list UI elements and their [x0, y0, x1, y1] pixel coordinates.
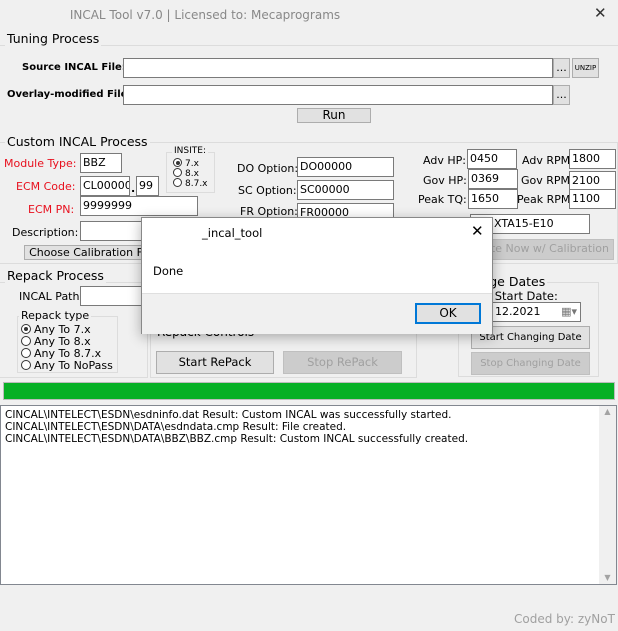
calendar-icon[interactable]: ▦▾: [561, 305, 577, 318]
dialog-message: Done: [153, 264, 184, 278]
window-title: INCAL Tool v7.0 | Licensed to: Mecaprogr…: [69, 8, 341, 22]
dialog-close-button[interactable]: ✕: [471, 222, 484, 240]
tuning-group-label: Tuning Process: [5, 31, 102, 46]
log-line: CINCAL\INTELECT\ESDN\DATA\esdndata.cmp R…: [5, 421, 347, 433]
do-option-label: DO Option:: [237, 162, 299, 175]
adv-rpm-label: Adv RPM:: [522, 154, 574, 167]
choose-calibration-button[interactable]: Choose Calibration F: [24, 245, 148, 260]
source-browse-button[interactable]: ...: [553, 58, 570, 78]
log-line: CINCAL\INTELECT\ESDN\DATA\BBZ\BBZ.cmp Re…: [5, 433, 469, 445]
adv-rpm-input[interactable]: 1800: [569, 149, 616, 169]
repack-option-label: Any To NoPass: [34, 359, 113, 372]
progress-bar: [3, 382, 615, 400]
ok-button[interactable]: OK: [415, 303, 481, 324]
run-button[interactable]: Run: [297, 108, 371, 123]
sc-option-input[interactable]: SC00000: [297, 180, 394, 200]
footer-credit: Coded by: zyNoT: [514, 612, 615, 626]
source-file-input[interactable]: [123, 58, 553, 78]
ecm-code-separator: .: [131, 182, 136, 195]
log-scrollbar[interactable]: ▲ ▼: [599, 406, 616, 584]
custom-group-label: Custom INCAL Process: [5, 134, 150, 149]
module-type-label: Module Type:: [4, 157, 77, 170]
do-option-input[interactable]: DO00000: [297, 157, 394, 177]
source-file-label: Source INCAL File:: [22, 62, 126, 73]
adv-hp-label: Adv HP:: [423, 154, 466, 167]
overlay-browse-button[interactable]: ...: [553, 85, 570, 105]
repack-type-label: Repack type: [19, 309, 92, 322]
gov-rpm-input[interactable]: 2100: [569, 171, 616, 191]
log-textarea[interactable]: CINCAL\INTELECT\ESDN\esdninfo.dat Result…: [0, 405, 617, 585]
insite-option-label: 8.7.x: [185, 179, 208, 189]
incal-path-label: INCAL Path:: [19, 290, 84, 303]
module-type-input[interactable]: BBZ: [80, 153, 122, 173]
ecm-code-input[interactable]: CL00000: [80, 176, 130, 196]
date-value: 12.2021: [495, 305, 541, 318]
stop-changing-date-button[interactable]: Stop Changing Date: [471, 352, 590, 375]
peak-rpm-input[interactable]: 1100: [569, 189, 616, 209]
description-label: Description:: [12, 226, 79, 239]
overlay-file-label: Overlay-modified File:: [7, 89, 132, 100]
repack-group-label: Repack Process: [5, 268, 106, 283]
ecm-pn-input[interactable]: 9999999: [80, 196, 198, 216]
dialog-title: _incal_tool: [202, 226, 263, 240]
insite-radio-87x[interactable]: 8.7.x: [173, 178, 208, 189]
ecm-code-suffix-input[interactable]: 99: [136, 176, 159, 196]
progress-fill: [4, 383, 614, 399]
close-window-button[interactable]: ✕: [594, 4, 607, 22]
stop-repack-button[interactable]: Stop RePack: [283, 351, 402, 374]
gov-rpm-label: Gov RPM:: [521, 174, 574, 187]
dialog-footer: OK: [142, 293, 492, 334]
sc-option-label: SC Option:: [238, 184, 297, 197]
ecm-code-label: ECM Code:: [16, 180, 76, 193]
peak-tq-label: Peak TQ:: [418, 193, 467, 206]
adv-hp-input[interactable]: 0450: [467, 149, 517, 169]
message-dialog: _incal_tool ✕ Done OK: [141, 217, 493, 334]
scroll-up-icon[interactable]: ▲: [599, 406, 616, 418]
peak-rpm-label: Peak RPM:: [517, 193, 575, 206]
ecm-pn-label: ECM PN:: [28, 203, 75, 216]
incal-path-input[interactable]: [80, 286, 150, 306]
insite-label: INSITE:: [172, 146, 208, 156]
gov-hp-input[interactable]: 0369: [468, 169, 518, 189]
start-repack-button[interactable]: Start RePack: [156, 351, 274, 374]
log-line: CINCAL\INTELECT\ESDN\esdninfo.dat Result…: [5, 409, 452, 421]
repack-radio-nopass[interactable]: Any To NoPass: [21, 360, 113, 372]
overlay-file-input[interactable]: [123, 85, 553, 105]
unzip-button[interactable]: UNZIP: [572, 58, 599, 78]
gov-hp-label: Gov HP:: [423, 174, 467, 187]
scroll-down-icon[interactable]: ▼: [599, 572, 616, 584]
peak-tq-input[interactable]: 1650: [468, 189, 518, 209]
